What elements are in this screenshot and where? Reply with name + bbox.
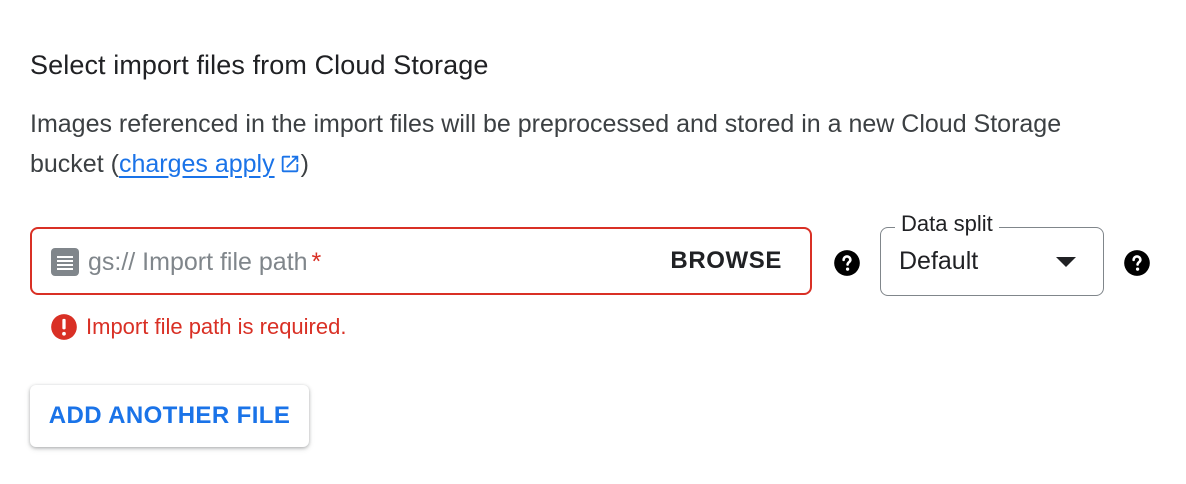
description-close-paren: ) — [300, 150, 309, 178]
external-link-icon[interactable] — [279, 153, 301, 175]
import-files-panel: Select import files from Cloud Storage I… — [0, 0, 1186, 484]
section-description: Images referenced in the import files wi… — [30, 104, 1140, 184]
dropdown-arrow-icon[interactable] — [1056, 257, 1076, 267]
error-text: Import file path is required. — [86, 314, 347, 339]
add-another-file-button[interactable]: ADD ANOTHER FILE — [30, 385, 309, 447]
charges-apply-link[interactable]: charges apply — [119, 150, 275, 178]
import-file-path-field[interactable]: gs:// Import file path * BROWSE — [30, 227, 812, 295]
required-marker: * — [311, 248, 322, 276]
error-icon — [51, 314, 77, 340]
help-icon[interactable] — [833, 249, 861, 277]
error-message: Import file path is required. — [50, 313, 346, 341]
file-document-icon — [51, 248, 79, 276]
section-title: Select import files from Cloud Storage — [30, 50, 489, 80]
data-split-value: Default — [899, 247, 979, 275]
browse-button[interactable]: BROWSE — [670, 247, 782, 275]
data-split-label: Data split — [895, 211, 999, 237]
import-file-path-input[interactable]: gs:// Import file path * — [88, 248, 321, 277]
placeholder-text: gs:// Import file path — [88, 248, 308, 276]
data-split-select[interactable]: Data split Default — [880, 211, 1104, 296]
help-icon[interactable] — [1123, 249, 1151, 277]
